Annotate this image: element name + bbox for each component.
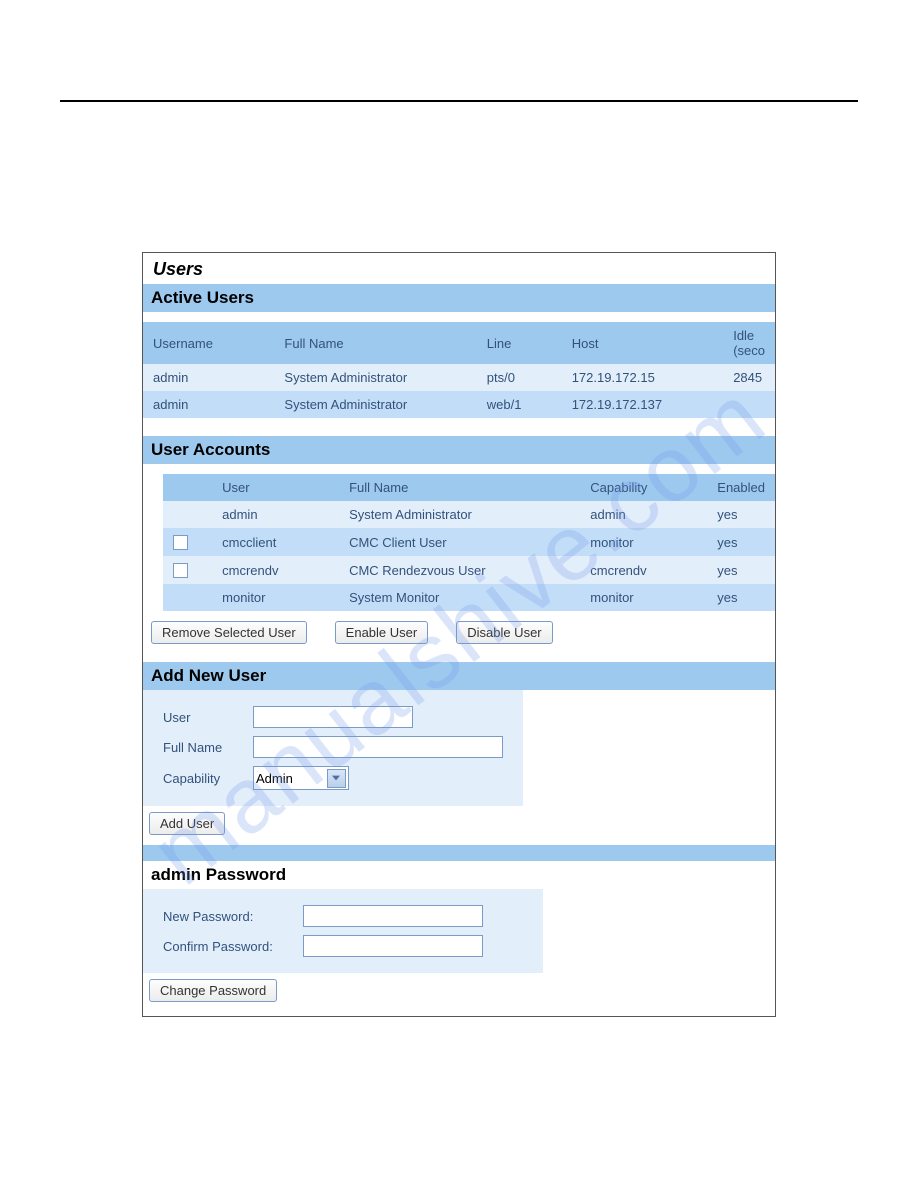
table-row: admin System Administrator admin yes (163, 501, 775, 528)
spacer (143, 845, 775, 861)
col-user: User (212, 474, 339, 501)
user-input[interactable] (253, 706, 413, 728)
checkbox[interactable] (173, 563, 188, 578)
confirm-password-input[interactable] (303, 935, 483, 957)
col-idle: Idle (seco (723, 322, 775, 364)
cell-checkbox (163, 501, 212, 528)
cell-checkbox (163, 584, 212, 611)
password-form: New Password: Confirm Password: (143, 889, 543, 973)
cell-user: monitor (212, 584, 339, 611)
cell-checkbox (163, 528, 212, 556)
cell-fullname: System Administrator (274, 364, 476, 391)
admin-password-header: admin Password (143, 861, 775, 889)
label-fullname: Full Name (163, 740, 253, 755)
change-password-button[interactable]: Change Password (149, 979, 277, 1002)
new-password-input[interactable] (303, 905, 483, 927)
cell-line: web/1 (477, 391, 562, 418)
col-line: Line (477, 322, 562, 364)
cell-user: cmcclient (212, 528, 339, 556)
table-header-row: Username Full Name Line Host Idle (seco (143, 322, 775, 364)
label-confirm-password: Confirm Password: (163, 939, 303, 954)
cell-fullname: System Monitor (339, 584, 580, 611)
spacer (143, 312, 775, 322)
users-panel: manualshive.com Users Active Users Usern… (142, 252, 776, 1017)
chevron-down-icon (327, 769, 346, 788)
cell-username: admin (143, 391, 274, 418)
capability-select[interactable]: Admin (253, 766, 349, 790)
add-user-button[interactable]: Add User (149, 812, 225, 835)
cell-fullname: System Administrator (339, 501, 580, 528)
disable-user-button[interactable]: Disable User (456, 621, 552, 644)
col-capability: Capability (580, 474, 707, 501)
cell-capability: monitor (580, 584, 707, 611)
active-users-header: Active Users (143, 284, 775, 312)
cell-enabled: yes (707, 528, 775, 556)
checkbox[interactable] (173, 535, 188, 550)
col-username: Username (143, 322, 274, 364)
spacer (143, 418, 775, 436)
remove-selected-user-button[interactable]: Remove Selected User (151, 621, 307, 644)
spacer (143, 464, 775, 474)
cell-capability: admin (580, 501, 707, 528)
label-new-password: New Password: (163, 909, 303, 924)
user-accounts-buttons: Remove Selected User Enable User Disable… (143, 611, 775, 662)
cell-host: 172.19.172.15 (562, 364, 724, 391)
col-fullname: Full Name (339, 474, 580, 501)
col-enabled: Enabled (707, 474, 775, 501)
cell-enabled: yes (707, 584, 775, 611)
col-fullname: Full Name (274, 322, 476, 364)
cell-idle: 2845 (723, 364, 775, 391)
label-capability: Capability (163, 771, 253, 786)
table-row: cmcclient CMC Client User monitor yes (163, 528, 775, 556)
col-host: Host (562, 322, 724, 364)
cell-user: cmcrendv (212, 556, 339, 584)
cell-enabled: yes (707, 556, 775, 584)
cell-user: admin (212, 501, 339, 528)
add-new-user-header: Add New User (143, 662, 775, 690)
col-checkbox (163, 474, 212, 501)
cell-host: 172.19.172.137 (562, 391, 724, 418)
panel-title: Users (143, 253, 775, 284)
cell-capability: monitor (580, 528, 707, 556)
table-row: admin System Administrator pts/0 172.19.… (143, 364, 775, 391)
enable-user-button[interactable]: Enable User (335, 621, 429, 644)
table-header-row: User Full Name Capability Enabled (163, 474, 775, 501)
label-user: User (163, 710, 253, 725)
fullname-input[interactable] (253, 736, 503, 758)
active-users-table: Username Full Name Line Host Idle (seco … (143, 322, 775, 418)
table-row: monitor System Monitor monitor yes (163, 584, 775, 611)
cell-enabled: yes (707, 501, 775, 528)
capability-selected: Admin (256, 771, 327, 786)
cell-checkbox (163, 556, 212, 584)
horizontal-rule (60, 100, 858, 102)
user-accounts-table: User Full Name Capability Enabled admin … (163, 474, 775, 611)
user-accounts-header: User Accounts (143, 436, 775, 464)
cell-fullname: CMC Client User (339, 528, 580, 556)
cell-line: pts/0 (477, 364, 562, 391)
table-row: admin System Administrator web/1 172.19.… (143, 391, 775, 418)
cell-capability: cmcrendv (580, 556, 707, 584)
table-row: cmcrendv CMC Rendezvous User cmcrendv ye… (163, 556, 775, 584)
cell-fullname: CMC Rendezvous User (339, 556, 580, 584)
cell-idle (723, 391, 775, 418)
cell-fullname: System Administrator (274, 391, 476, 418)
cell-username: admin (143, 364, 274, 391)
add-user-form: User Full Name Capability Admin (143, 690, 523, 806)
